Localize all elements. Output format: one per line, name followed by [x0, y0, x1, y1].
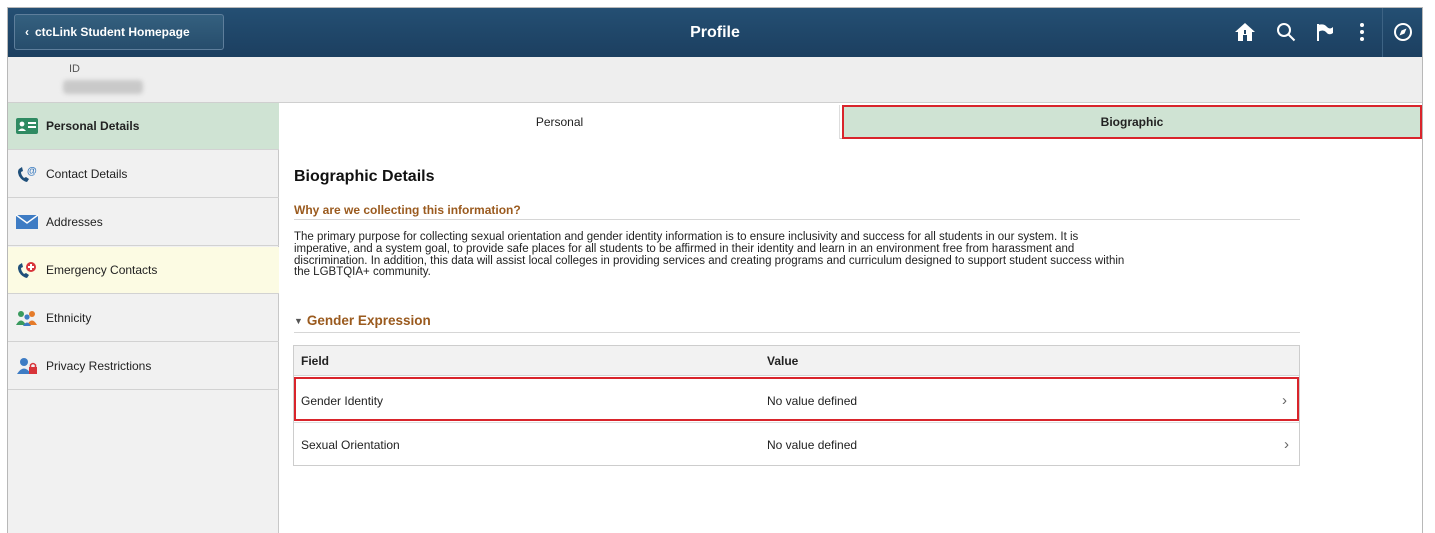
- gender-expression-toggle[interactable]: ▼ Gender Expression: [294, 313, 431, 328]
- id-value-redacted: [63, 80, 143, 94]
- student-id-bar: ID: [8, 57, 1422, 103]
- nav-label-privacy-restrictions: Privacy Restrictions: [46, 359, 152, 373]
- nav-label-ethnicity: Ethnicity: [46, 311, 92, 325]
- search-icon[interactable]: [1272, 18, 1300, 46]
- nav-item-addresses[interactable]: Addresses: [8, 199, 279, 246]
- chevron-right-icon: ›: [1282, 392, 1287, 409]
- purpose-line: imperative, and a system goal, to provid…: [294, 242, 1075, 255]
- why-collect-heading: Why are we collecting this information?: [294, 203, 521, 217]
- table-row-gender-identity[interactable]: Gender Identity No value defined ›: [294, 377, 1299, 421]
- purpose-line: discrimination. In addition, this data w…: [294, 254, 1125, 267]
- divider: [294, 219, 1300, 220]
- gender-expression-heading: Gender Expression: [306, 313, 431, 328]
- row-value: No value defined: [767, 438, 858, 452]
- tab-bar: Personal Biographic: [280, 105, 1422, 139]
- person-lock-icon: [16, 358, 38, 374]
- table-row-sexual-orientation[interactable]: Sexual Orientation No value defined ›: [294, 422, 1299, 466]
- more-vertical-icon[interactable]: [1348, 18, 1376, 46]
- header-bar: ‹ ctcLink Student Homepage Profile: [8, 8, 1422, 57]
- back-button-label: ctcLink Student Homepage: [35, 25, 190, 39]
- compass-icon[interactable]: [1389, 18, 1417, 46]
- flag-icon[interactable]: [1311, 18, 1339, 46]
- page-heading: Biographic Details: [294, 168, 435, 185]
- row-field: Gender Identity: [301, 394, 384, 408]
- phone-at-icon: @: [16, 166, 38, 182]
- people-icon: [16, 310, 38, 326]
- divider: [294, 332, 1300, 333]
- nav-label-personal-details: Personal Details: [46, 119, 140, 133]
- home-icon[interactable]: [1231, 18, 1259, 46]
- id-label: ID: [69, 63, 80, 75]
- app-window: ‹ ctcLink Student Homepage Profile ID Pe…: [7, 7, 1423, 533]
- nav-label-emergency-contacts: Emergency Contacts: [46, 263, 158, 277]
- gender-expression-grid: Field Value Gender Identity No value def…: [293, 345, 1300, 466]
- svg-text:@: @: [27, 166, 37, 177]
- row-value: No value defined: [767, 394, 858, 408]
- nav-item-emergency-contacts[interactable]: Emergency Contacts: [8, 247, 279, 294]
- nav-label-contact-details: Contact Details: [46, 167, 128, 181]
- tab-personal[interactable]: Personal: [280, 105, 840, 139]
- column-header-value: Value: [767, 354, 799, 368]
- caret-down-icon: ▼: [294, 315, 303, 326]
- id-card-icon: [16, 118, 38, 134]
- grid-header: Field Value: [294, 346, 1299, 376]
- nav-item-personal-details[interactable]: Personal Details: [8, 103, 279, 150]
- row-field: Sexual Orientation: [301, 438, 400, 452]
- purpose-line: the LGBTQIA+ community.: [294, 266, 431, 279]
- chevron-left-icon: ‹: [25, 25, 29, 39]
- column-header-field: Field: [301, 354, 330, 368]
- tab-biographic[interactable]: Biographic: [842, 105, 1422, 139]
- nav-item-contact-details[interactable]: @ Contact Details: [8, 151, 279, 198]
- left-navigation: Personal Details @ Contact Details Addre…: [8, 103, 279, 533]
- back-to-homepage-button[interactable]: ‹ ctcLink Student Homepage: [14, 14, 224, 50]
- toolbar-separator: [1382, 8, 1383, 57]
- chevron-right-icon: ›: [1284, 436, 1289, 453]
- nav-item-privacy-restrictions[interactable]: Privacy Restrictions: [8, 343, 279, 390]
- purpose-paragraph: The primary purpose for collecting sexua…: [294, 231, 1304, 279]
- nav-item-ethnicity[interactable]: Ethnicity: [8, 295, 279, 342]
- envelope-icon: [16, 214, 38, 230]
- nav-label-addresses: Addresses: [46, 215, 103, 229]
- emergency-phone-icon: [16, 262, 38, 278]
